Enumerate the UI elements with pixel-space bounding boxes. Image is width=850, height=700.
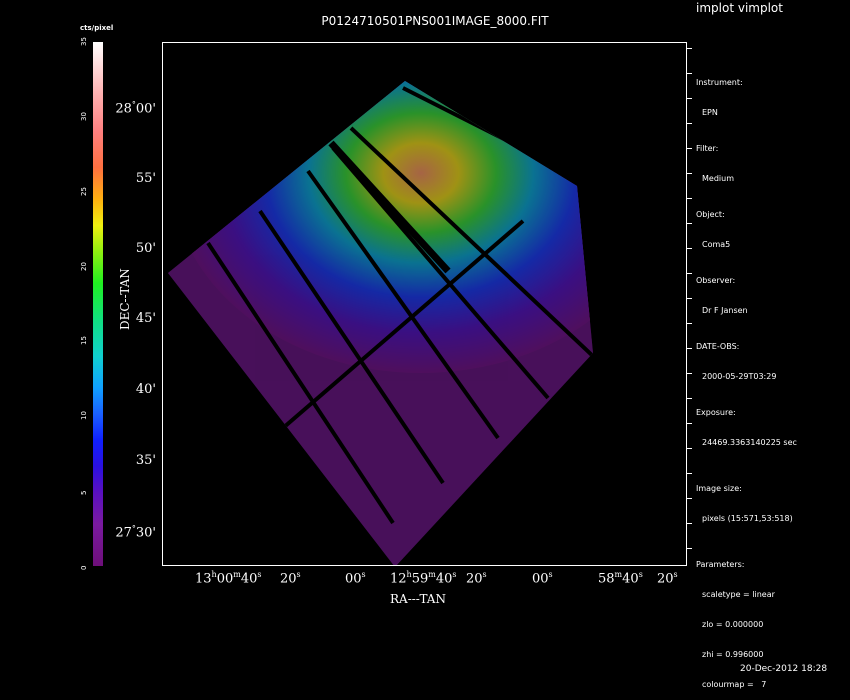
- xray-image: [168, 81, 593, 565]
- params-label: Parameters:: [696, 560, 745, 569]
- right-axis-tick: [686, 373, 692, 374]
- timestamp: 20-Dec-2012 18:28: [740, 664, 828, 674]
- y-tick-label: 40': [135, 382, 156, 397]
- date-label: DATE-OBS:: [696, 342, 740, 351]
- x-tick-label: 13h00m40s: [195, 570, 262, 587]
- right-axis-tick: [686, 248, 692, 249]
- x-tick-label: 00s: [345, 570, 366, 587]
- right-axis-tick: [686, 173, 692, 174]
- observer-label: Observer:: [696, 276, 736, 285]
- plot-title: P0124710501PNS001IMAGE_8000.FIT: [321, 14, 549, 28]
- date-value: 2000-05-29T03:29: [702, 372, 777, 381]
- right-axis-tick: [686, 548, 692, 549]
- right-axis-tick: [686, 223, 692, 224]
- colorbar-tick: 0: [80, 565, 88, 570]
- filter-label: Filter:: [696, 144, 719, 153]
- x-tick-label: 12h59m40s: [390, 570, 457, 587]
- x-tick-label: 20s: [280, 570, 301, 587]
- y-tick-label: 55': [135, 171, 156, 186]
- instrument-value: EPN: [702, 108, 718, 117]
- app-title: implot vimplot: [696, 1, 783, 15]
- image-plot[interactable]: [162, 42, 687, 566]
- object-label: Object:: [696, 210, 725, 219]
- right-axis-tick: [686, 148, 692, 149]
- right-axis-tick: [686, 298, 692, 299]
- object-value: Coma5: [702, 240, 731, 249]
- right-axis-tick: [686, 48, 692, 49]
- exposure-value: 24469.3363140225 sec: [702, 438, 797, 447]
- right-axis-tick: [686, 448, 692, 449]
- colorbar-tick: 30: [80, 111, 88, 121]
- x-axis-label: RA---TAN: [390, 592, 446, 606]
- right-axis-tick: [686, 498, 692, 499]
- x-tick-label: 20s: [466, 570, 487, 587]
- info-panel: Instrument: EPN Filter: Medium Object: C…: [696, 58, 797, 700]
- zhi-value: zhi = 0.996000: [702, 650, 764, 659]
- colorbar-tick: 5: [80, 490, 88, 496]
- colorbar-tick: 35: [80, 37, 88, 46]
- colourmap-value: colourmap = 7: [702, 680, 767, 689]
- x-tick-label: 00s: [532, 570, 553, 587]
- size-label: Image size:: [696, 484, 742, 493]
- right-axis-tick: [686, 273, 692, 274]
- right-axis-tick: [686, 473, 692, 474]
- y-tick-label: 50': [135, 241, 156, 256]
- y-axis-label: DEC--TAN: [118, 268, 132, 330]
- right-axis-tick: [686, 398, 692, 399]
- colorbar-tick: 25: [80, 186, 88, 196]
- colorbar-tick: 10: [80, 411, 88, 421]
- right-axis-tick: [686, 323, 692, 324]
- y-tick-label: 35': [135, 453, 156, 468]
- right-axis-tick: [686, 98, 692, 99]
- colorbar-tick: 15: [80, 336, 88, 346]
- exposure-label: Exposure:: [696, 408, 736, 417]
- right-axis-tick: [686, 73, 692, 74]
- right-axis-tick: [686, 348, 692, 349]
- right-axis-tick: [686, 423, 692, 424]
- y-tick-label: 27°30': [115, 524, 156, 541]
- colorbar-tick: 20: [80, 261, 88, 271]
- right-axis-tick: [686, 523, 692, 524]
- x-tick-label: 58m40s: [598, 570, 643, 587]
- right-axis-tick: [686, 123, 692, 124]
- size-value: pixels (15:571,53:518): [702, 514, 793, 523]
- filter-value: Medium: [702, 174, 734, 183]
- colorbar-label: cts/pixel: [80, 24, 114, 32]
- y-tick-label: 28°00': [115, 100, 156, 117]
- x-tick-label: 20s: [657, 570, 678, 587]
- observer-value: Dr F Jansen: [702, 306, 748, 315]
- colorbar: [93, 42, 103, 566]
- scaletype-value: scaletype = linear: [702, 590, 775, 599]
- right-axis-tick: [686, 198, 692, 199]
- instrument-label: Instrument:: [696, 78, 743, 87]
- zlo-value: zlo = 0.000000: [702, 620, 764, 629]
